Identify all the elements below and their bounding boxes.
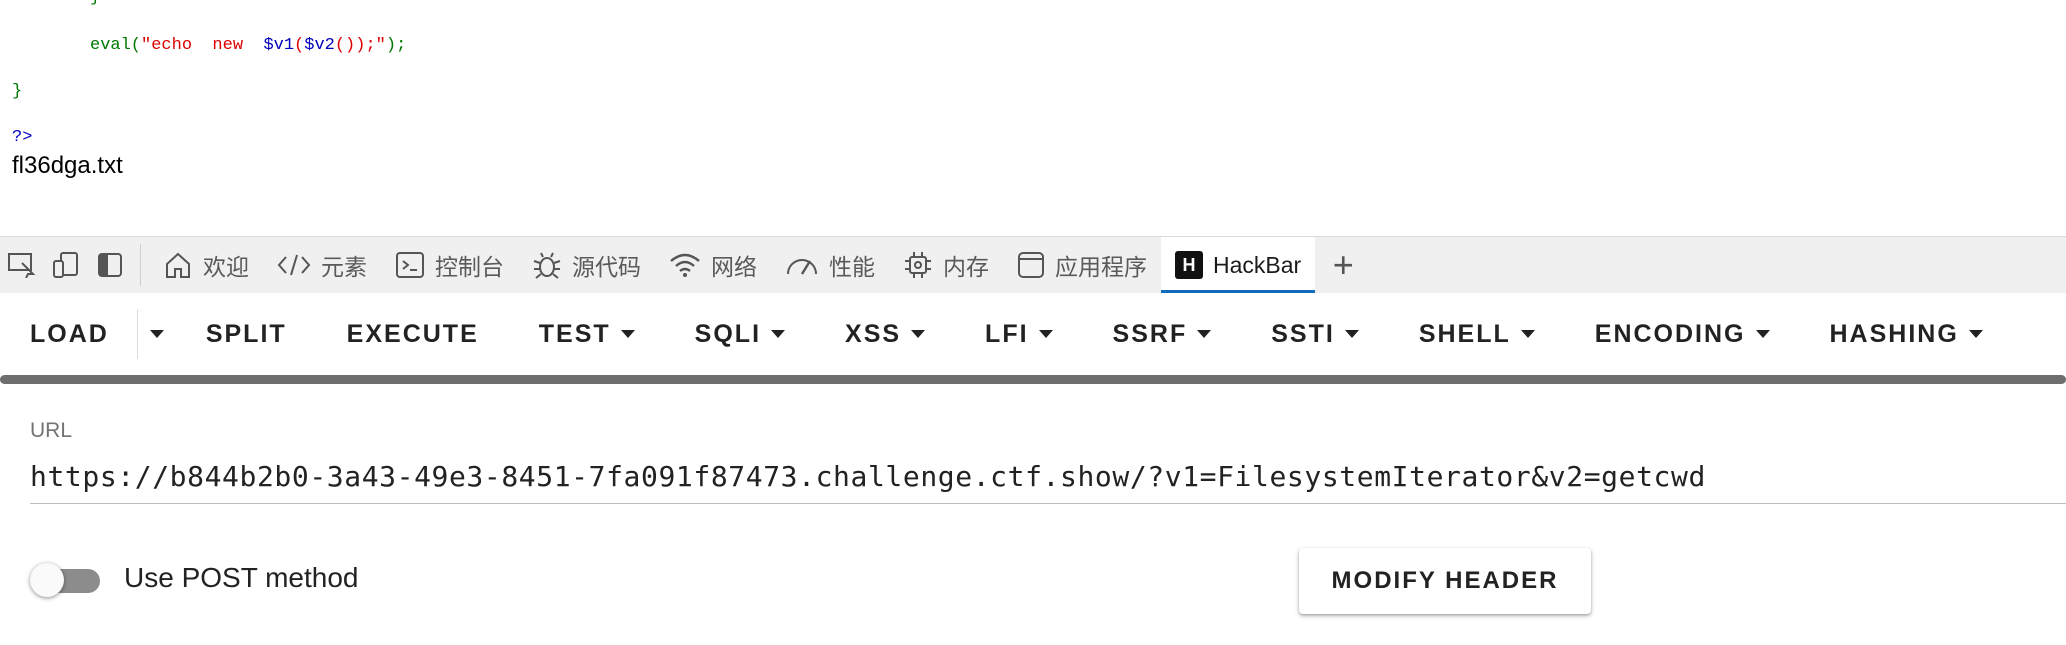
- tab-welcome[interactable]: 欢迎: [149, 237, 263, 294]
- code-eval-end: );: [385, 36, 407, 55]
- app-icon: [1018, 252, 1044, 278]
- toggle-knob: [30, 563, 64, 597]
- toolbar-divider: [0, 375, 2066, 384]
- lfi-label: LFI: [985, 319, 1029, 348]
- chevron-down-icon: [1344, 330, 1359, 338]
- devtools-tab-bar: 欢迎 元素 控制台 源代码 网络 性能 内存 应用程序 H HackBar +: [0, 236, 2066, 294]
- split-button[interactable]: SPLIT: [176, 293, 317, 375]
- bug-icon: [533, 252, 561, 279]
- load-dropdown-button[interactable]: [138, 293, 176, 375]
- tab-label: HackBar: [1213, 251, 1302, 278]
- home-icon: [166, 252, 190, 278]
- wifi-icon: [670, 253, 700, 277]
- ssti-menu-button[interactable]: SSTI: [1241, 293, 1389, 375]
- code-brace: }: [12, 82, 23, 101]
- url-input[interactable]: https://b844b2b0-3a43-49e3-8451-7fa091f8…: [30, 455, 2066, 504]
- shell-menu-button[interactable]: SHELL: [1389, 293, 1565, 375]
- chevron-down-icon: [1755, 330, 1770, 338]
- post-method-label: Use POST method: [124, 562, 359, 593]
- tab-network[interactable]: 网络: [655, 237, 771, 294]
- hackbar-toolbar: LOAD SPLIT EXECUTE TEST SQLI XSS LFI SSR…: [0, 293, 2066, 375]
- tab-label: 元素: [321, 254, 367, 280]
- code-eval-v1: $v1: [263, 36, 295, 55]
- chip-icon: [905, 252, 931, 278]
- sqli-label: SQLI: [694, 319, 762, 348]
- tab-application[interactable]: 应用程序: [1003, 237, 1161, 294]
- modify-header-button[interactable]: MODIFY HEADER: [1299, 548, 1591, 614]
- code-eval-fn: eval(: [90, 36, 142, 55]
- toolbar-separator: [140, 244, 141, 286]
- ssrf-menu-button[interactable]: SSRF: [1083, 293, 1242, 375]
- page-output: fl36dga.txt: [12, 152, 123, 179]
- chevron-down-icon: [1968, 330, 1983, 338]
- code-eval-v2: $v2: [304, 36, 335, 55]
- tab-label: 欢迎: [203, 254, 249, 280]
- code-eval-line: eval("echo new $v1($v2());");: [90, 36, 406, 55]
- chevron-down-icon: [1520, 330, 1535, 338]
- dock-side-button[interactable]: [88, 243, 132, 287]
- hackbar-logo-icon: H: [1175, 251, 1203, 279]
- code-eval-string: "echo new: [141, 36, 264, 55]
- tab-label: 应用程序: [1055, 254, 1147, 280]
- sqli-menu-button[interactable]: SQLI: [665, 293, 815, 375]
- ssrf-label: SSRF: [1112, 319, 1188, 348]
- xss-menu-button[interactable]: XSS: [815, 293, 955, 375]
- inspect-element-button[interactable]: [0, 243, 44, 287]
- code-eval-string-close: ;": [365, 36, 386, 55]
- chevron-down-icon: [911, 330, 926, 338]
- php-close-tag: ?>: [12, 128, 33, 147]
- inspect-icon: [8, 253, 36, 278]
- tab-elements[interactable]: 元素: [263, 237, 381, 294]
- panel-icon: [98, 253, 122, 277]
- tab-sources[interactable]: 源代码: [518, 237, 655, 294]
- tab-performance[interactable]: 性能: [771, 237, 889, 294]
- ssti-label: SSTI: [1271, 319, 1335, 348]
- tab-label: 内存: [943, 254, 989, 280]
- device-emulation-button[interactable]: [44, 243, 88, 287]
- encoding-label: ENCODING: [1594, 319, 1746, 348]
- device-icon: [53, 252, 78, 278]
- encoding-menu-button[interactable]: ENCODING: [1565, 293, 1800, 375]
- page-source-view: } eval("echo new $v1($v2());"); } ?> fl3…: [0, 0, 2066, 236]
- code-eval-paren2: ()): [334, 36, 366, 55]
- hashing-menu-button[interactable]: HASHING: [1800, 293, 2013, 375]
- tab-label: 性能: [829, 254, 875, 280]
- test-menu-button[interactable]: TEST: [509, 293, 665, 375]
- chevron-down-icon: [620, 330, 635, 338]
- code-eval-paren1: (: [294, 36, 305, 55]
- chevron-down-icon: [1197, 330, 1212, 338]
- code-icon: [277, 254, 311, 276]
- tab-console[interactable]: 控制台: [381, 237, 518, 294]
- load-button[interactable]: LOAD: [0, 309, 138, 359]
- code-brace-top: }: [90, 0, 100, 7]
- tab-memory[interactable]: 内存: [889, 237, 1003, 294]
- add-tab-button[interactable]: +: [1315, 244, 1371, 286]
- xss-label: XSS: [845, 319, 902, 348]
- chevron-down-icon: [1038, 330, 1053, 338]
- tab-label: 控制台: [435, 254, 504, 280]
- console-icon: [396, 252, 424, 278]
- execute-button[interactable]: EXECUTE: [317, 293, 509, 375]
- hashing-label: HASHING: [1829, 319, 1959, 348]
- url-label: URL: [30, 419, 73, 442]
- lfi-menu-button[interactable]: LFI: [955, 293, 1083, 375]
- shell-label: SHELL: [1418, 319, 1511, 348]
- gauge-icon: [787, 259, 817, 275]
- test-label: TEST: [538, 319, 611, 348]
- tab-hackbar[interactable]: H HackBar: [1161, 236, 1316, 294]
- tab-label: 源代码: [572, 254, 641, 280]
- post-method-toggle[interactable]: [30, 563, 100, 597]
- chevron-down-icon: [771, 330, 786, 338]
- tab-label: 网络: [711, 254, 757, 280]
- chevron-down-icon: [149, 330, 164, 338]
